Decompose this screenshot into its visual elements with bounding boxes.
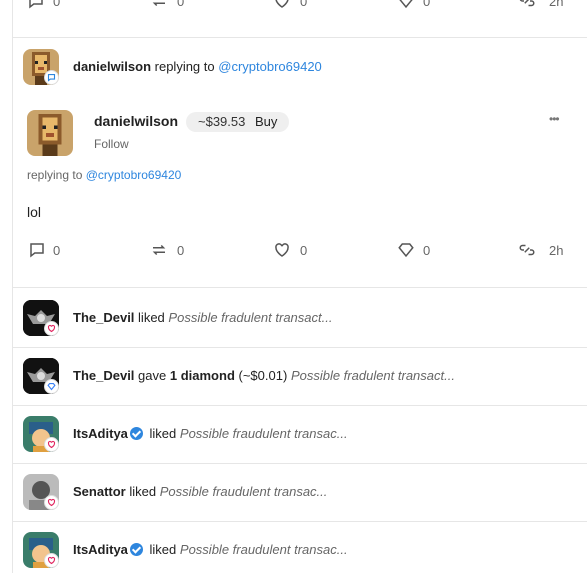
activity-row[interactable]: ItsAditya liked Possible fraudulent tran… <box>13 406 587 464</box>
activity-post-snippet[interactable]: Possible fraudulent transac... <box>180 542 348 557</box>
previous-post-action-bar: 0 0 0 0 2h <box>13 0 587 38</box>
link-icon[interactable] <box>517 0 537 10</box>
activity-verb: liked <box>129 484 157 499</box>
mention-link[interactable]: @cryptobro69420 <box>86 168 182 182</box>
heart-badge-icon <box>44 437 59 452</box>
activity-user[interactable]: Senattor <box>73 484 126 499</box>
activity-text: ItsAditya liked Possible fraudulent tran… <box>73 542 348 557</box>
activity-post-snippet[interactable]: Possible fraudulent transac... <box>180 426 348 441</box>
follow-button[interactable]: Follow <box>94 137 129 151</box>
diamond-count: 0 <box>423 243 431 258</box>
header-replying-text: replying to <box>154 59 215 74</box>
activity-text: The_Devil liked Possible fradulent trans… <box>73 310 332 325</box>
activity-text: ItsAditya liked Possible fraudulent tran… <box>73 426 348 441</box>
reply-notification[interactable]: danielwilson replying to @cryptobro69420… <box>13 38 587 288</box>
replying-text: replying to <box>27 168 83 182</box>
heart-badge-icon <box>44 321 59 336</box>
diamond-icon[interactable] <box>396 241 416 259</box>
heart-icon[interactable] <box>272 241 292 259</box>
buy-button[interactable]: Buy <box>255 114 277 129</box>
activity-user[interactable]: ItsAditya <box>73 542 128 557</box>
verified-badge-icon <box>129 427 143 440</box>
comment-badge-icon <box>44 70 59 85</box>
repost-count: 0 <box>177 243 185 258</box>
activity-text: Senattor liked Possible fraudulent trans… <box>73 484 327 499</box>
activity-user[interactable]: ItsAditya <box>73 426 128 441</box>
post-time: 2h <box>549 0 564 9</box>
header-mention-link[interactable]: @cryptobro69420 <box>218 59 322 74</box>
heart-badge-icon <box>44 495 59 510</box>
like-count: 0 <box>300 243 308 258</box>
activity-row[interactable]: ItsAditya liked Possible fraudulent tran… <box>13 522 587 573</box>
repost-icon[interactable] <box>149 241 169 259</box>
comment-count: 0 <box>53 0 61 9</box>
activity-verb: liked <box>138 310 165 325</box>
heart-icon[interactable] <box>272 0 292 10</box>
post-time: 2h <box>549 243 564 258</box>
repost-icon[interactable] <box>149 0 169 10</box>
header-username[interactable]: danielwilson <box>73 59 151 74</box>
diamond-count: 0 <box>423 0 431 9</box>
diamond-icon[interactable] <box>396 0 416 10</box>
diamond-value: (~$0.01) <box>238 368 288 383</box>
replying-to-line: replying to @cryptobro69420 <box>27 168 181 182</box>
diamond-badge-icon <box>44 379 59 394</box>
repost-count: 0 <box>177 0 185 9</box>
like-count: 0 <box>300 0 308 9</box>
link-icon[interactable] <box>517 241 537 259</box>
more-options-icon[interactable]: ••• <box>549 112 560 126</box>
comment-icon[interactable] <box>27 241 47 259</box>
coin-price: ~$39.53 <box>198 114 246 129</box>
comment-icon[interactable] <box>27 0 45 10</box>
author-name[interactable]: danielwilson <box>94 113 178 129</box>
activity-row[interactable]: Senattor liked Possible fraudulent trans… <box>13 464 587 522</box>
author-avatar[interactable] <box>27 110 73 156</box>
notification-feed: 0 0 0 0 2h danielwilson replying to @cry… <box>12 0 587 573</box>
activity-verb: liked <box>149 542 177 557</box>
activity-user[interactable]: The_Devil <box>73 310 134 325</box>
activity-row[interactable]: The_Devil liked Possible fradulent trans… <box>13 290 587 348</box>
verified-badge-icon <box>129 543 143 556</box>
diamond-amount: 1 diamond <box>169 368 235 383</box>
activity-post-snippet[interactable]: Possible fradulent transact... <box>291 368 455 383</box>
activity-verb: gave <box>138 368 167 383</box>
activity-post-snippet[interactable]: Possible fraudulent transac... <box>160 484 328 499</box>
activity-row[interactable]: The_Devil gave 1 diamond (~$0.01) Possib… <box>13 348 587 406</box>
activity-text: The_Devil gave 1 diamond (~$0.01) Possib… <box>73 368 455 383</box>
reply-header: danielwilson replying to @cryptobro69420 <box>73 59 322 74</box>
activity-user[interactable]: The_Devil <box>73 368 134 383</box>
activity-verb: liked <box>149 426 177 441</box>
activity-post-snippet[interactable]: Possible fradulent transact... <box>168 310 332 325</box>
post-body: lol <box>27 204 42 220</box>
heart-badge-icon <box>44 553 59 568</box>
comment-count: 0 <box>53 243 61 258</box>
price-pill[interactable]: ~$39.53 Buy <box>186 112 290 132</box>
